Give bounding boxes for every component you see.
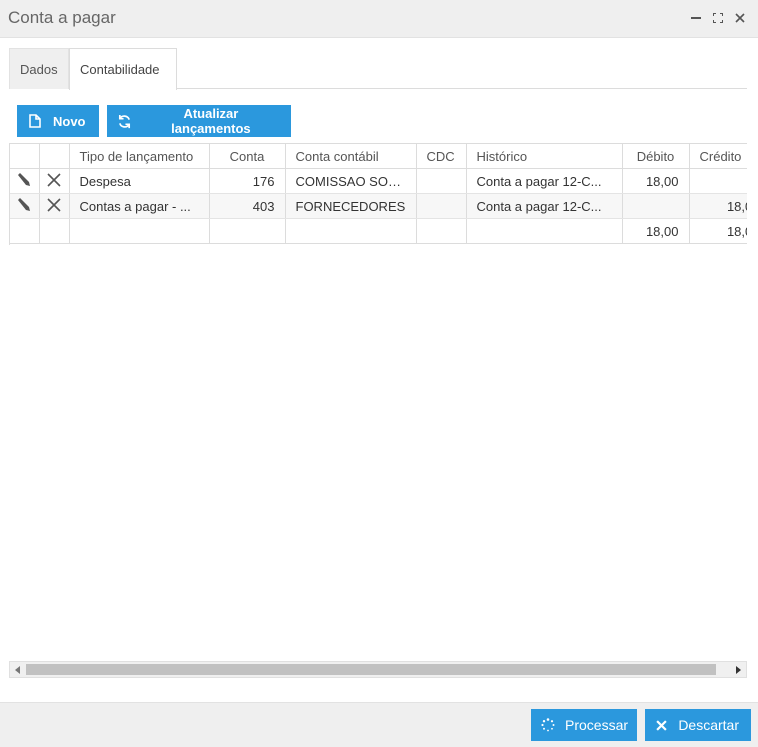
column-header-debito[interactable]: Débito bbox=[622, 143, 690, 169]
tab-bar: Dados Contabilidade bbox=[9, 48, 747, 90]
cell-credito: 18,00 bbox=[689, 193, 747, 219]
header-edit bbox=[10, 143, 40, 169]
entries-grid: Tipo de lançamento Conta Conta contábil … bbox=[9, 143, 747, 245]
discard-label: Descartar bbox=[678, 717, 739, 733]
cell-conta: 403 bbox=[209, 193, 286, 219]
table-row: Contas a pagar - ... 403 FORNECEDORES Co… bbox=[10, 193, 747, 219]
total-debito: 18,00 bbox=[622, 218, 690, 244]
cell-historico: Conta a pagar 12-C... bbox=[466, 168, 623, 194]
totals-empty-cell bbox=[466, 218, 623, 244]
scroll-right-icon[interactable] bbox=[730, 662, 746, 677]
totals-empty-cell bbox=[416, 218, 467, 244]
window-titlebar: Conta a pagar bbox=[0, 0, 758, 38]
cell-cdc bbox=[416, 193, 467, 219]
edit-cell[interactable] bbox=[10, 193, 40, 219]
new-button-label: Novo bbox=[53, 113, 86, 129]
discard-button[interactable]: Descartar bbox=[645, 709, 751, 741]
tab-dados[interactable]: Dados bbox=[9, 48, 69, 89]
edit-cell[interactable] bbox=[10, 168, 40, 194]
pencil-icon[interactable] bbox=[16, 172, 32, 191]
table-row: Despesa 176 COMISSAO SOB... Conta a paga… bbox=[10, 168, 747, 194]
column-header-cdc[interactable]: CDC bbox=[416, 143, 467, 169]
close-icon[interactable] bbox=[732, 10, 748, 26]
scroll-left-icon[interactable] bbox=[10, 662, 26, 677]
entries-table: Tipo de lançamento Conta Conta contábil … bbox=[10, 143, 747, 244]
cell-conta: 176 bbox=[209, 168, 286, 194]
totals-empty-cell bbox=[285, 218, 417, 244]
cell-tipo: Contas a pagar - ... bbox=[69, 193, 210, 219]
pencil-icon[interactable] bbox=[16, 197, 32, 216]
refresh-entries-label: Atualizar lançamentos bbox=[171, 106, 251, 136]
cell-debito: 18,00 bbox=[622, 168, 690, 194]
totals-empty-cell bbox=[39, 218, 70, 244]
cell-conta-contabil: FORNECEDORES bbox=[285, 193, 417, 219]
column-header-tipo[interactable]: Tipo de lançamento bbox=[69, 143, 210, 169]
delete-cell[interactable] bbox=[39, 168, 70, 194]
cell-historico: Conta a pagar 12-C... bbox=[466, 193, 623, 219]
totals-empty-cell bbox=[209, 218, 286, 244]
table-header-row: Tipo de lançamento Conta Conta contábil … bbox=[10, 143, 747, 169]
delete-icon[interactable] bbox=[46, 197, 62, 216]
column-header-conta[interactable]: Conta bbox=[209, 143, 286, 169]
minimize-icon[interactable] bbox=[688, 10, 704, 26]
totals-empty-cell bbox=[10, 218, 40, 244]
column-header-historico[interactable]: Histórico bbox=[466, 143, 623, 169]
spinner-icon bbox=[541, 717, 555, 733]
dialog-footer: Processar Descartar bbox=[0, 702, 758, 747]
cell-conta-contabil: COMISSAO SOB... bbox=[285, 168, 417, 194]
window-title: Conta a pagar bbox=[8, 8, 116, 27]
refresh-entries-button[interactable]: Atualizar lançamentos bbox=[107, 105, 291, 137]
horizontal-scrollbar[interactable] bbox=[9, 661, 747, 678]
document-icon bbox=[27, 113, 43, 129]
totals-empty-cell bbox=[69, 218, 210, 244]
column-header-credito[interactable]: Crédito bbox=[689, 143, 747, 169]
process-label: Processar bbox=[565, 717, 629, 733]
cell-tipo: Despesa bbox=[69, 168, 210, 194]
total-credito: 18,00 bbox=[689, 218, 747, 244]
header-delete bbox=[39, 143, 70, 169]
close-icon bbox=[655, 717, 668, 733]
totals-row: 18,00 18,00 bbox=[10, 218, 747, 244]
cell-debito bbox=[622, 193, 690, 219]
column-header-conta-contabil[interactable]: Conta contábil bbox=[285, 143, 417, 169]
delete-cell[interactable] bbox=[39, 193, 70, 219]
tab-contabilidade[interactable]: Contabilidade bbox=[69, 48, 177, 90]
process-button[interactable]: Processar bbox=[531, 709, 637, 741]
cell-cdc bbox=[416, 168, 467, 194]
new-button[interactable]: Novo bbox=[17, 105, 99, 137]
refresh-icon bbox=[117, 113, 133, 129]
maximize-icon[interactable] bbox=[710, 10, 726, 26]
delete-icon[interactable] bbox=[46, 172, 62, 191]
scrollbar-thumb[interactable] bbox=[26, 664, 716, 675]
cell-credito bbox=[689, 168, 747, 194]
